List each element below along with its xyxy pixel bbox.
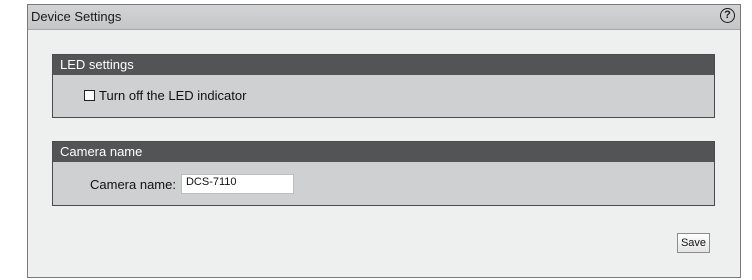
led-off-checkbox[interactable]: [84, 90, 95, 101]
camera-name-input[interactable]: DCS-7110: [180, 174, 294, 194]
camera-name-row: Camera name: DCS-7110: [90, 174, 294, 194]
help-icon[interactable]: ?: [720, 8, 735, 23]
camera-name-section: Camera name Camera name: DCS-7110: [52, 141, 715, 206]
camera-name-header: Camera name: [53, 142, 714, 162]
panel-header: Device Settings ?: [28, 5, 740, 30]
panel-title: Device Settings: [31, 9, 122, 24]
led-checkbox-row[interactable]: Turn off the LED indicator: [84, 88, 246, 103]
device-settings-panel: Device Settings ? LED settings Turn off …: [27, 4, 741, 278]
save-button[interactable]: Save: [677, 233, 710, 253]
camera-name-label: Camera name:: [90, 176, 176, 192]
led-settings-section: LED settings Turn off the LED indicator: [52, 54, 715, 118]
led-settings-header: LED settings: [53, 55, 714, 75]
led-off-checkbox-label[interactable]: Turn off the LED indicator: [99, 88, 246, 103]
